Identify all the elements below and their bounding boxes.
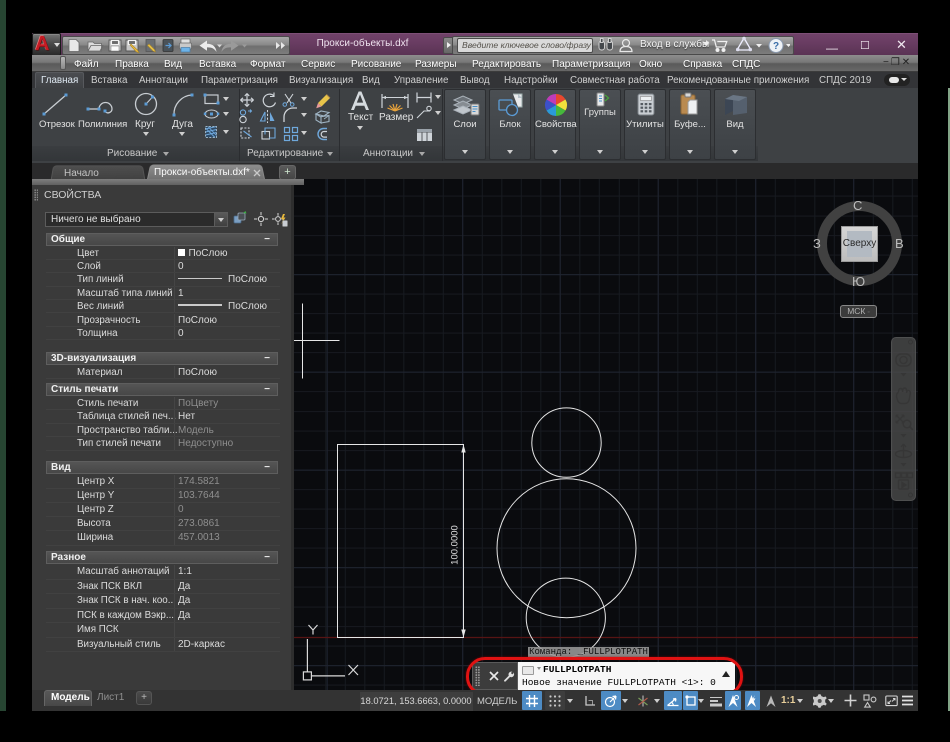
svg-text:100.0000: 100.0000: [450, 525, 461, 565]
svg-text:?: ?: [773, 41, 779, 52]
